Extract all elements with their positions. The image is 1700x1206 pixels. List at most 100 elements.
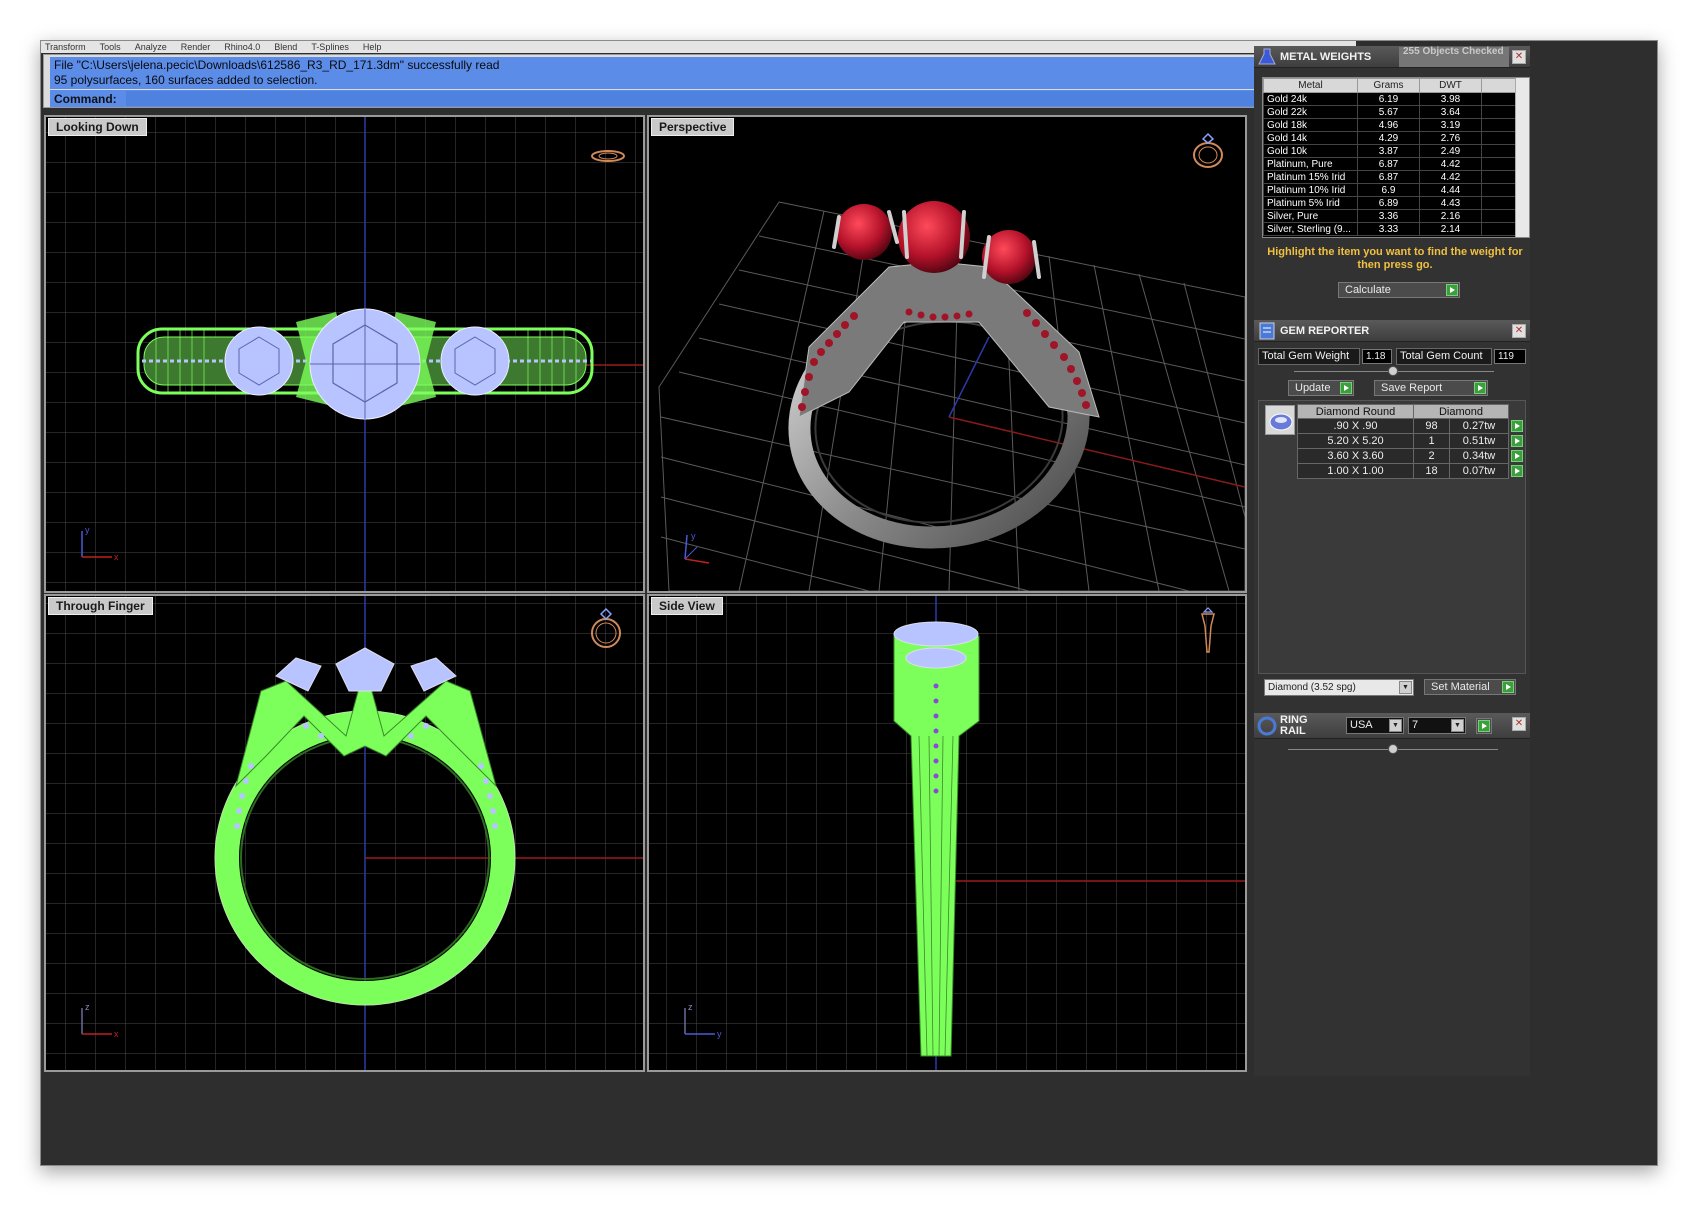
table-row[interactable]: Gold 22k 5.67 3.64 bbox=[1263, 105, 1518, 119]
go-arrow-icon[interactable] bbox=[1510, 420, 1523, 433]
menu-item[interactable]: Help bbox=[363, 42, 382, 52]
gem-col-material[interactable]: Diamond bbox=[1413, 404, 1509, 419]
total-gem-weight-label: Total Gem Weight bbox=[1258, 348, 1360, 365]
table-row[interactable]: Gold 24k 6.19 3.98 bbox=[1263, 92, 1518, 106]
gem-row[interactable]: 5.20 X 5.20 1 0.51tw bbox=[1297, 433, 1525, 449]
go-arrow-icon[interactable] bbox=[1510, 435, 1523, 448]
country-select[interactable]: USA ▼ bbox=[1346, 717, 1404, 734]
gem-row[interactable]: .90 X .90 98 0.27tw bbox=[1297, 418, 1525, 434]
ring-side-icon[interactable] bbox=[1198, 606, 1218, 658]
menu-item[interactable]: Transform bbox=[45, 42, 86, 52]
go-arrow-icon[interactable] bbox=[1510, 450, 1523, 463]
gem-row[interactable]: 3.60 X 3.60 2 0.34tw bbox=[1297, 448, 1525, 464]
metal-weights-title: METAL WEIGHTS bbox=[1280, 50, 1372, 63]
command-input[interactable] bbox=[126, 91, 1330, 106]
table-row[interactable]: Silver, Pure 3.36 2.16 bbox=[1263, 209, 1518, 223]
table-row[interactable]: Silver, Sterling (9... 3.33 2.14 bbox=[1263, 222, 1518, 236]
viewport-title[interactable]: Looking Down bbox=[48, 118, 147, 136]
viewport-title[interactable]: Through Finger bbox=[48, 597, 153, 615]
svg-text:z: z bbox=[85, 1002, 90, 1012]
menu-item[interactable]: Analyze bbox=[135, 42, 167, 52]
col-header-metal[interactable]: Metal bbox=[1263, 78, 1358, 93]
ring-rail-go-button[interactable] bbox=[1476, 718, 1492, 734]
chevron-down-icon[interactable]: ▼ bbox=[1389, 719, 1402, 732]
ring-icon bbox=[1257, 716, 1277, 735]
ring-perspective-icon[interactable] bbox=[1189, 129, 1227, 171]
table-row[interactable]: Platinum 5% Irid 6.89 4.43 bbox=[1263, 196, 1518, 210]
gem-reporter-title: GEM REPORTER bbox=[1280, 324, 1370, 337]
table-row[interactable]: Platinum 15% Irid 6.87 4.42 bbox=[1263, 170, 1518, 184]
viewport-title[interactable]: Perspective bbox=[651, 118, 735, 136]
table-scrollbar[interactable] bbox=[1515, 78, 1529, 237]
viewport-top[interactable]: Looking Down y x bbox=[44, 115, 645, 593]
perspective-scene bbox=[658, 201, 1245, 591]
menu-item[interactable]: Render bbox=[181, 42, 211, 52]
menu-item[interactable]: Rhino4.0 bbox=[224, 42, 260, 52]
material-select[interactable]: Diamond (3.52 spg) ▼ bbox=[1264, 679, 1414, 696]
col-header-grams[interactable]: Grams bbox=[1357, 78, 1420, 93]
table-row[interactable]: Platinum, Pure 6.87 4.42 bbox=[1263, 157, 1518, 171]
close-icon[interactable]: ✕ bbox=[1512, 50, 1526, 64]
close-icon[interactable]: ✕ bbox=[1512, 717, 1526, 731]
svg-text:y: y bbox=[85, 525, 90, 535]
plugin-panel: METAL WEIGHTS 255 Objects Checked ✕ Meta… bbox=[1254, 46, 1530, 1076]
menu-item[interactable]: Tools bbox=[100, 42, 121, 52]
viewport-perspective[interactable]: Perspective y bbox=[647, 115, 1247, 593]
svg-text:x: x bbox=[114, 552, 119, 562]
go-arrow-icon[interactable] bbox=[1510, 465, 1523, 478]
ring-top-icon[interactable] bbox=[589, 147, 627, 165]
table-row[interactable]: Gold 14k 4.29 2.76 bbox=[1263, 131, 1518, 145]
total-gem-weight-value: 1.18 bbox=[1362, 349, 1392, 364]
axis-icon: z y bbox=[684, 1002, 722, 1039]
command-line: Command: bbox=[50, 90, 1330, 107]
go-arrow-icon[interactable] bbox=[1474, 382, 1486, 394]
axis-icon: y x bbox=[81, 525, 119, 562]
command-history: File "C:\Users\jelena.pecic\Downloads\61… bbox=[50, 57, 1330, 89]
viewport-title[interactable]: Side View bbox=[651, 597, 723, 615]
viewport-grid bbox=[649, 596, 1245, 1070]
command-area: File "C:\Users\jelena.pecic\Downloads\61… bbox=[43, 54, 1352, 108]
rhino-window: Transform Tools Analyze Render Rhino4.0 … bbox=[40, 40, 1658, 1166]
svg-text:y: y bbox=[691, 531, 696, 541]
total-gem-count-value: 119 bbox=[1494, 349, 1526, 364]
command-label: Command: bbox=[54, 91, 117, 106]
table-row[interactable]: Platinum 10% Irid 6.9 4.44 bbox=[1263, 183, 1518, 197]
history-line: 95 polysurfaces, 160 surfaces added to s… bbox=[54, 73, 318, 87]
report-icon bbox=[1259, 322, 1275, 339]
gem-col-shape[interactable]: Diamond Round bbox=[1297, 404, 1414, 419]
table-row[interactable]: Gold 10k 3.87 2.49 bbox=[1263, 144, 1518, 158]
ruby-ring-render bbox=[788, 201, 1100, 549]
go-arrow-icon[interactable] bbox=[1340, 382, 1352, 394]
chevron-down-icon[interactable]: ▼ bbox=[1451, 719, 1464, 732]
viewport-grid bbox=[46, 596, 643, 1070]
gem-row[interactable]: 1.00 X 1.00 18 0.07tw bbox=[1297, 463, 1525, 479]
ring-front-icon[interactable] bbox=[587, 604, 625, 650]
ring-rail-header: RING RAIL USA ▼ 7 ▼ ✕ bbox=[1254, 713, 1530, 739]
ring-size-select[interactable]: 7 ▼ bbox=[1408, 717, 1466, 734]
history-line: File "C:\Users\jelena.pecic\Downloads\61… bbox=[54, 58, 500, 72]
total-gem-count-label: Total Gem Count bbox=[1396, 348, 1492, 365]
chevron-down-icon[interactable]: ▼ bbox=[1399, 681, 1412, 694]
close-icon[interactable]: ✕ bbox=[1512, 324, 1526, 338]
viewport-side[interactable]: Side View z y bbox=[647, 594, 1247, 1072]
go-arrow-icon[interactable] bbox=[1446, 284, 1458, 296]
col-header-dwt[interactable]: DWT bbox=[1419, 78, 1482, 93]
axis-icon: y bbox=[684, 531, 710, 564]
svg-text:z: z bbox=[688, 1002, 693, 1012]
splitter-handle[interactable] bbox=[1388, 744, 1398, 754]
calculate-button[interactable]: Calculate bbox=[1338, 282, 1460, 298]
set-material-button[interactable]: Set Material bbox=[1424, 679, 1516, 695]
viewport-front[interactable]: Through Finger z x bbox=[44, 594, 645, 1072]
go-arrow-icon[interactable] bbox=[1502, 681, 1514, 693]
axis-icon: z x bbox=[81, 1002, 119, 1039]
update-button[interactable]: Update bbox=[1288, 380, 1354, 396]
go-arrow-icon[interactable] bbox=[1478, 720, 1490, 732]
menu-item[interactable]: T-Splines bbox=[311, 42, 349, 52]
menu-item[interactable]: Blend bbox=[274, 42, 297, 52]
splitter-handle[interactable] bbox=[1388, 366, 1398, 376]
svg-text:y: y bbox=[717, 1029, 722, 1039]
svg-text:x: x bbox=[114, 1029, 119, 1039]
save-report-button[interactable]: Save Report bbox=[1374, 380, 1488, 396]
table-row[interactable]: Gold 18k 4.96 3.19 bbox=[1263, 118, 1518, 132]
metal-weights-table[interactable]: Metal Grams DWT Gold 24k 6.19 3.98 Gold 22… bbox=[1262, 77, 1530, 238]
